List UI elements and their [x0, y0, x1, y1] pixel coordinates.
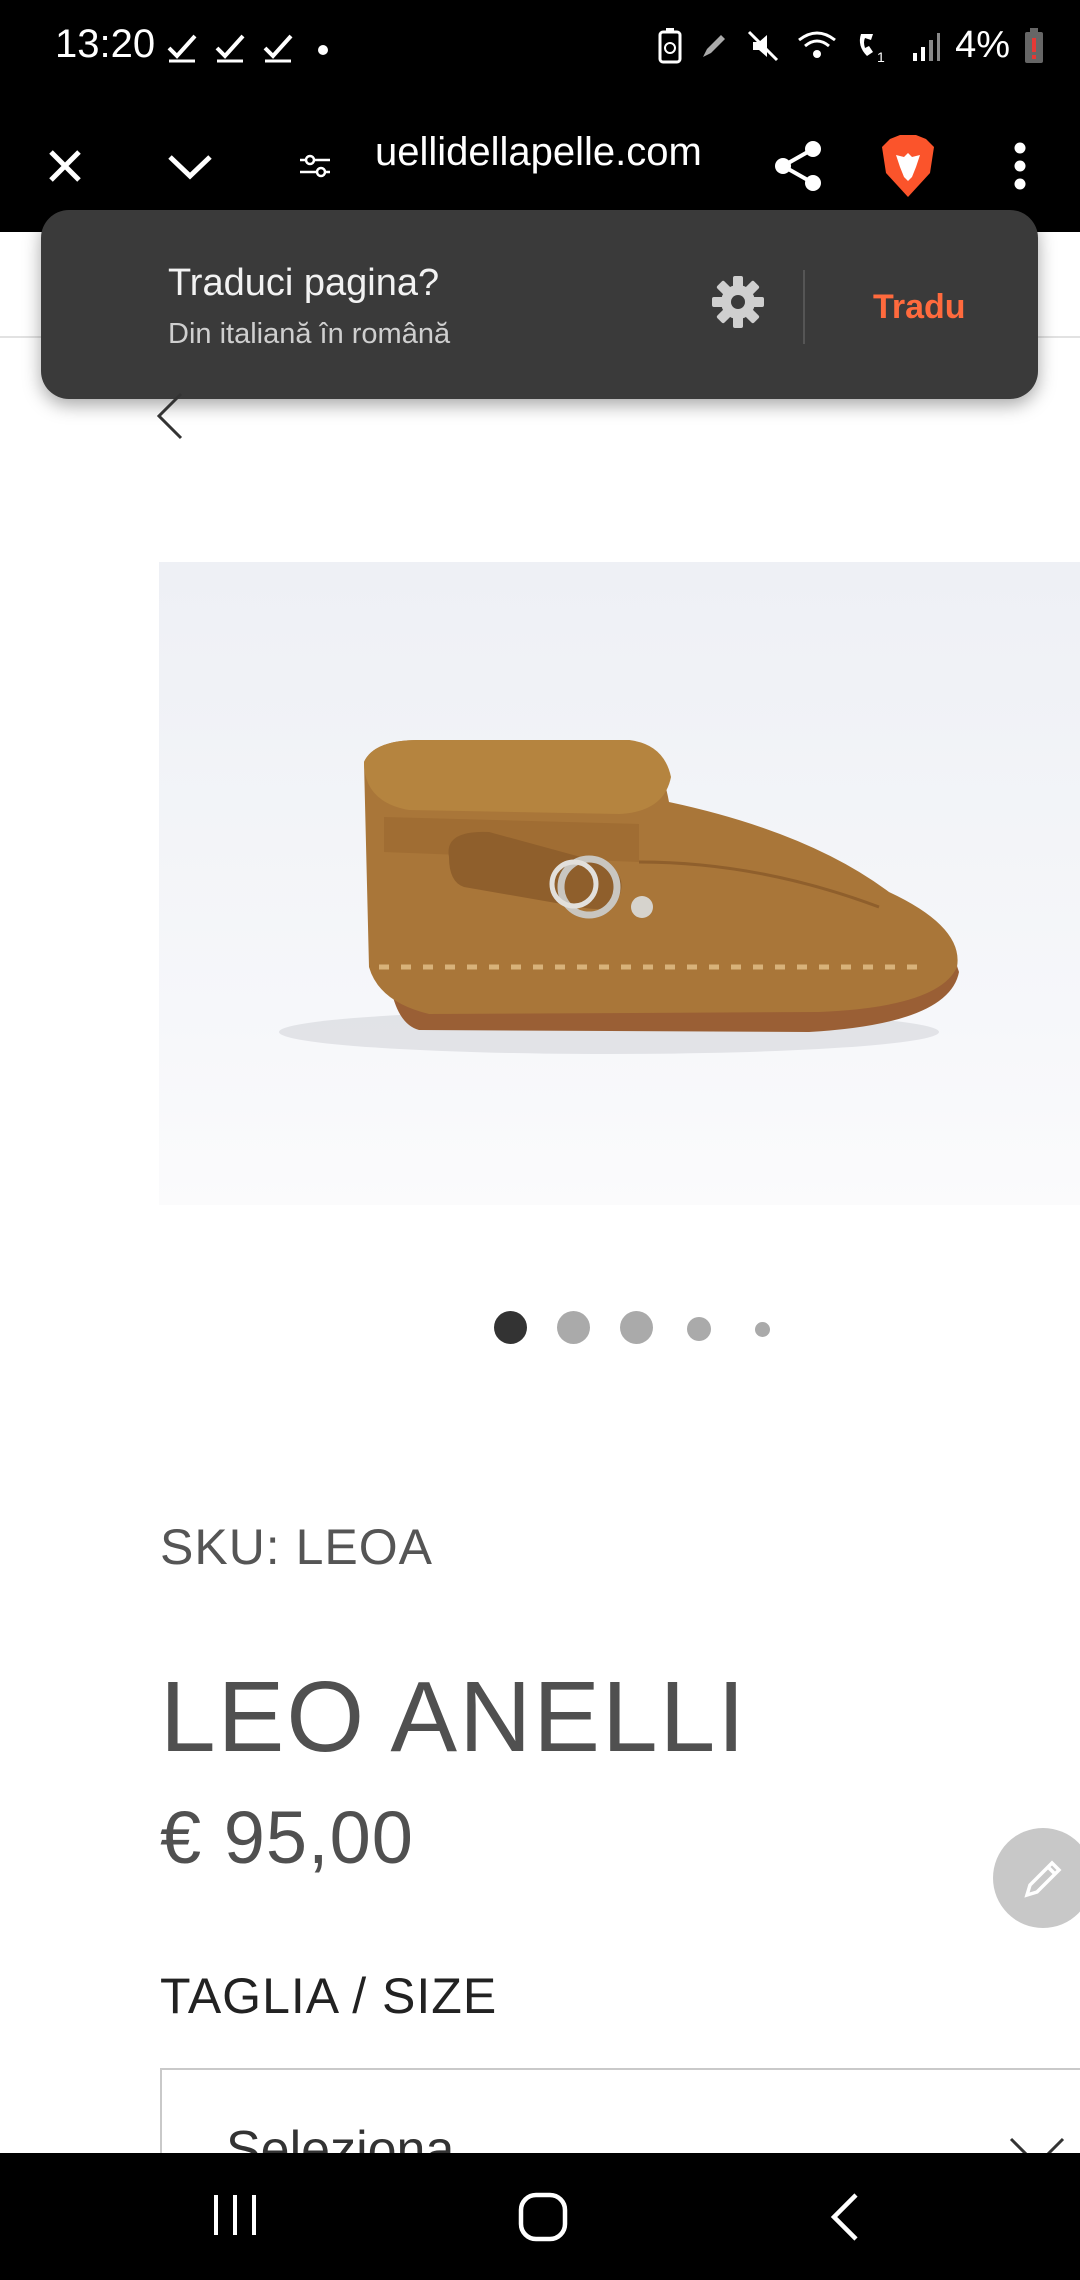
- product-name: LEO ANELLI: [160, 1661, 747, 1773]
- carousel-dots: [0, 1311, 1080, 1345]
- system-nav-bar: [0, 2153, 1080, 2280]
- check-icon: [167, 34, 197, 63]
- translate-button[interactable]: Tradu: [873, 288, 966, 327]
- url-bar[interactable]: uellidellapelle.com: [375, 130, 730, 175]
- status-bar: 13:20 1 4%: [0, 0, 1080, 100]
- shoe-image: [279, 740, 959, 1054]
- carousel-dot-1[interactable]: [494, 1311, 527, 1344]
- chevron-down-icon: [168, 155, 212, 180]
- chevron-left-icon: [156, 392, 183, 440]
- check-icon: [263, 34, 293, 63]
- wifi-calling-icon: [798, 31, 836, 58]
- translate-settings-button[interactable]: [711, 275, 765, 334]
- translate-popup: Traduci pagina? Din italiană în română T…: [41, 210, 1038, 399]
- close-icon: [49, 150, 81, 182]
- status-time: 13:20: [55, 22, 156, 66]
- page-back-button[interactable]: [155, 390, 185, 447]
- back-button[interactable]: [826, 2191, 862, 2248]
- edit-fab[interactable]: [993, 1828, 1080, 1928]
- battery-saver-icon: [658, 27, 682, 63]
- translate-divider: [803, 270, 805, 344]
- recent-apps-icon: [214, 2195, 256, 2235]
- product-sku: SKU: LEOA: [160, 1519, 433, 1575]
- mute-icon: [748, 30, 779, 61]
- home-button[interactable]: [517, 2191, 569, 2248]
- share-icon: [774, 141, 821, 191]
- notification-icons: [165, 30, 295, 64]
- product-image[interactable]: [159, 562, 1080, 1205]
- carousel-dot-5[interactable]: [755, 1322, 770, 1337]
- translate-subtitle: Din italiană în română: [168, 318, 451, 350]
- brave-lion-icon: [881, 135, 934, 197]
- recent-apps-button[interactable]: [210, 2193, 260, 2242]
- size-label: TAGLIA / SIZE: [160, 1968, 498, 2024]
- home-icon: [518, 2192, 568, 2242]
- check-icon: [215, 34, 245, 63]
- carousel-dot-4[interactable]: [687, 1317, 711, 1341]
- carousel-dot-2[interactable]: [557, 1311, 590, 1344]
- pencil-icon: [1024, 1860, 1062, 1898]
- pen-icon: [703, 34, 726, 57]
- gear-icon: [712, 276, 764, 328]
- carousel-dot-3[interactable]: [620, 1311, 653, 1344]
- svg-text:1: 1: [877, 49, 885, 64]
- back-icon: [830, 2193, 858, 2241]
- system-icons: 1 4%: [657, 24, 1044, 67]
- more-vert-icon: [1014, 142, 1026, 190]
- signal-icon: [913, 32, 941, 61]
- translate-title: Traduci pagina?: [168, 262, 440, 304]
- battery-percent: 4%: [955, 24, 1010, 66]
- more-notifications-dot: [318, 45, 328, 55]
- volte-icon: 1: [859, 33, 885, 64]
- site-settings-icon: [300, 154, 330, 178]
- battery-low-icon: [1025, 27, 1043, 63]
- product-price: € 95,00: [160, 1796, 414, 1879]
